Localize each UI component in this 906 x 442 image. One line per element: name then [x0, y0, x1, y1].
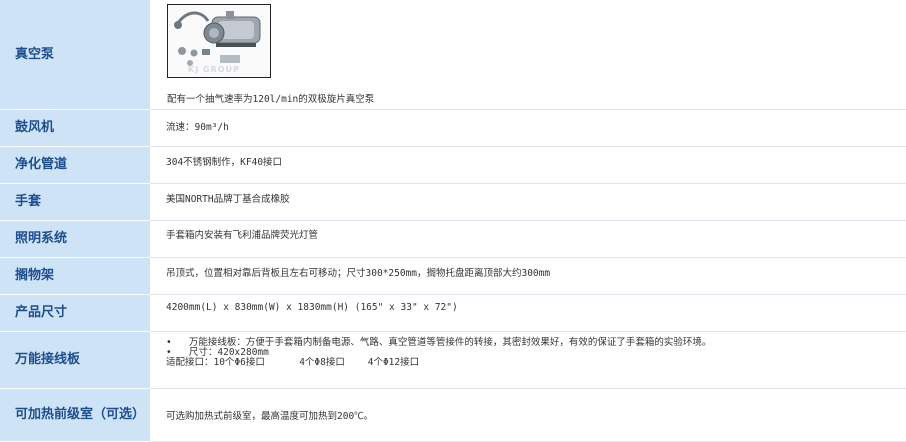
row-value-purification-pipe: 304不锈钢制作，KF40接口	[150, 147, 906, 184]
row-value-heated-antechamber: 可选购加热式前级室，最高温度可加热到200℃。	[150, 389, 906, 442]
row-label-product-size: 产品尺寸	[0, 295, 150, 332]
row-value-lighting: 手套箱内安装有飞利浦品牌荧光灯管	[150, 221, 906, 258]
row-label-shelf: 搁物架	[0, 258, 150, 295]
row-value-patch-panel: • 万能接线板：方便于手套箱内制备电源、气路、真空管道等管接件的转接，其密封效果…	[150, 332, 906, 389]
row-label-lighting: 照明系统	[0, 221, 150, 258]
row-value-shelf: 吊顶式，位置相对靠后背板且左右可移动；尺寸300*250mm，搁物托盘距离顶部大…	[150, 258, 906, 295]
spec-row-gloves: 手套 美国NORTH品牌丁基合成橡胶	[0, 184, 906, 221]
spec-row-purification-pipe: 净化管道 304不锈钢制作，KF40接口	[0, 147, 906, 184]
row-value-gloves: 美国NORTH品牌丁基合成橡胶	[150, 184, 906, 221]
row-label-gloves: 手套	[0, 184, 150, 221]
spec-row-blower: 鼓风机 流速：90m³/h	[0, 110, 906, 147]
row-label-purification-pipe: 净化管道	[0, 147, 150, 184]
patch-panel-ports-line: 适配接口：10个Φ6接口 4个Φ8接口 4个Φ12接口	[166, 357, 420, 368]
row-label-vacuum-pump: 真空泵	[0, 0, 150, 110]
spec-row-product-size: 产品尺寸 4200mm(L) x 830mm(W) x 1830mm(H) (1…	[0, 295, 906, 332]
patch-panel-desc-line: • 万能接线板：方便于手套箱内制备电源、气路、真空管道等管接件的转接，其密封效果…	[166, 337, 712, 348]
row-value-blower: 流速：90m³/h	[150, 110, 906, 147]
spec-row-shelf: 搁物架 吊顶式，位置相对靠后背板且左右可移动；尺寸300*250mm，搁物托盘距…	[0, 258, 906, 295]
vacuum-pump-photo: KJ GROUP	[167, 4, 271, 78]
photo-watermark: KJ GROUP	[188, 65, 240, 74]
row-value-product-size: 4200mm(L) x 830mm(W) x 1830mm(H) (165" x…	[150, 295, 906, 332]
row-label-heated-antechamber: 可加热前级室（可选）	[0, 389, 150, 442]
vacuum-pump-description: 配有一个抽气速率为120l/min的双极旋片真空泵	[167, 94, 375, 105]
spec-row-lighting: 照明系统 手套箱内安装有飞利浦品牌荧光灯管	[0, 221, 906, 258]
spec-table: 真空泵 KJ GROUP 配有一个抽气速率为120l/min的双极旋片真空泵 鼓	[0, 0, 906, 442]
spec-row-vacuum-pump: 真空泵	[0, 0, 906, 110]
spec-row-patch-panel: 万能接线板 • 万能接线板：方便于手套箱内制备电源、气路、真空管道等管接件的转接…	[0, 332, 906, 389]
row-label-blower: 鼓风机	[0, 110, 150, 147]
row-label-patch-panel: 万能接线板	[0, 332, 150, 389]
spec-row-heated-antechamber: 可加热前级室（可选） 可选购加热式前级室，最高温度可加热到200℃。	[0, 389, 906, 442]
